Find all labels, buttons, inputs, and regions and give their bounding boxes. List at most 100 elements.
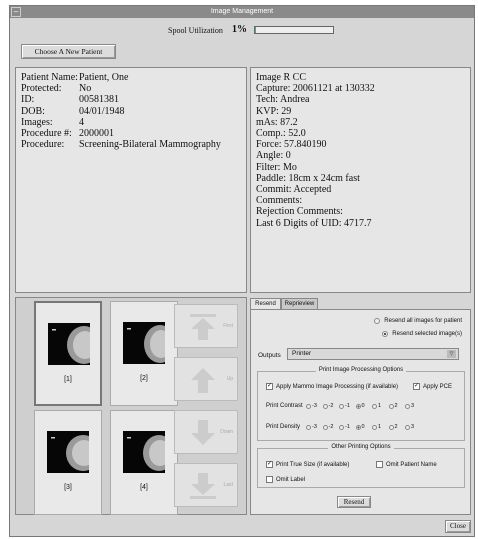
- image-commit: Commit: Accepted: [256, 184, 332, 196]
- outputs-label: Outputs: [258, 352, 281, 359]
- images-value: 4: [79, 116, 84, 128]
- thumbnail-index: [4]: [140, 484, 148, 491]
- density-option[interactable]: -2: [322, 424, 340, 430]
- contrast-option-selected[interactable]: 0: [355, 403, 373, 409]
- print-true-size-label: Print True Size (if available): [276, 461, 350, 468]
- thumbnail-1[interactable]: [1]: [34, 301, 102, 406]
- move-down-label: Down: [220, 429, 233, 435]
- contrast-option[interactable]: -1: [339, 403, 356, 409]
- spool-label: Spool Utilization: [168, 26, 223, 35]
- contrast-option[interactable]: 2: [388, 403, 406, 409]
- density-option-selected[interactable]: 0: [355, 424, 373, 430]
- resend-all-radio[interactable]: [374, 318, 381, 324]
- dob-value: 04/01/1948: [79, 105, 125, 117]
- apply-mammo-checkbox[interactable]: ✓: [266, 383, 273, 390]
- protected-label: Protected:: [21, 83, 62, 95]
- other-printing-title: Other Printing Options: [258, 444, 464, 450]
- resend-button[interactable]: Resend: [337, 496, 371, 508]
- resend-all-label: Resend all images for patient: [384, 318, 462, 324]
- apply-mammo-option[interactable]: ✓ Apply Mammo Image Processing (if avail…: [266, 383, 398, 390]
- print-processing-title: Print Image Processing Options: [258, 367, 464, 373]
- window-menu-icon[interactable]: –: [11, 7, 21, 17]
- procedure-value: Screening-Bilateral Mammography: [79, 139, 221, 151]
- apply-mammo-label: Apply Mammo Image Processing (if availab…: [276, 383, 399, 390]
- mammogram-thumbnail: [123, 322, 165, 364]
- resend-all-option[interactable]: Resend all images for patient: [374, 318, 462, 324]
- arrow-up-icon: [191, 368, 215, 393]
- omit-label-label: Omit Label: [276, 476, 306, 483]
- density-option[interactable]: -1: [339, 424, 356, 430]
- contrast-option[interactable]: -2: [322, 403, 340, 409]
- resend-selected-option[interactable]: Resend selected image(s): [382, 331, 462, 337]
- image-info-panel: Image R CC Capture: 20061121 at 130332 T…: [250, 67, 471, 293]
- move-up-label: Up: [226, 376, 233, 382]
- density-option[interactable]: 3: [405, 424, 422, 430]
- dropdown-arrow-icon: ▽: [447, 350, 456, 358]
- procedure-row: Procedure: Screening-Bilateral Mammograph…: [21, 139, 241, 150]
- image-paddle: Paddle: 18cm x 24cm fast: [256, 172, 360, 184]
- dob-row: DOB: 04/01/1948: [21, 106, 241, 117]
- window-title: Image Management: [210, 8, 274, 15]
- move-up-button[interactable]: Up: [174, 357, 238, 401]
- thumbnail-index: [2]: [140, 375, 148, 382]
- apply-pce-option[interactable]: ✓ Apply PCE: [413, 383, 452, 390]
- patient-name-label: Patient Name:: [21, 72, 78, 83]
- omit-patient-name-label: Omit Patient Name: [386, 461, 437, 468]
- arrow-down-icon: [190, 473, 216, 499]
- patient-name-value: Patient, One: [79, 72, 129, 83]
- move-first-button[interactable]: First: [174, 304, 238, 348]
- image-view: Image R CC: [256, 72, 306, 83]
- image-kvp: KVP: 29: [256, 105, 292, 117]
- density-option[interactable]: 2: [388, 424, 406, 430]
- mammogram-thumbnail: [123, 431, 165, 473]
- resend-selected-radio[interactable]: [382, 331, 389, 337]
- protected-value: No: [79, 83, 92, 95]
- omit-label-option[interactable]: Omit Label: [266, 476, 305, 483]
- resend-options-panel: Resend all images for patient Resend sel…: [250, 309, 471, 515]
- arrow-down-icon: [191, 420, 215, 445]
- image-uid: Last 6 Digits of UID: 4717.7: [256, 217, 372, 229]
- id-value: 00581381: [79, 94, 119, 106]
- print-contrast-row: Print Contrast -3 -2 -1 0 1 2 3: [266, 403, 422, 409]
- contrast-option[interactable]: 3: [405, 403, 422, 409]
- image-comp: Comp.: 52.0: [256, 128, 306, 140]
- thumbnail-2[interactable]: [2]: [110, 301, 178, 406]
- procedure-number-value: 2000001: [79, 128, 114, 140]
- move-first-label: First: [223, 323, 233, 329]
- omit-patient-name-checkbox[interactable]: [376, 461, 383, 468]
- print-true-size-option[interactable]: ✓ Print True Size (if available): [266, 461, 349, 468]
- thumbnail-4[interactable]: [4]: [110, 410, 178, 515]
- other-printing-group: Other Printing Options ✓ Print True Size…: [257, 444, 465, 488]
- choose-new-patient-button[interactable]: Choose A New Patient: [21, 44, 116, 59]
- thumbnail-index: [3]: [64, 484, 72, 491]
- image-capture: Capture: 20061121 at 130332: [256, 83, 375, 95]
- density-option[interactable]: 1: [372, 424, 389, 430]
- spool-value: 1%: [232, 24, 247, 35]
- print-density-row: Print Density -3 -2 -1 0 1 2 3: [266, 424, 422, 430]
- patient-info-panel: Patient Name: Patient, One Protected: No I…: [15, 67, 247, 293]
- print-density-label: Print Density: [266, 424, 301, 430]
- print-processing-group: Print Image Processing Options ✓ Apply M…: [257, 367, 465, 441]
- apply-pce-checkbox[interactable]: ✓: [413, 383, 420, 390]
- contrast-option[interactable]: -3: [306, 403, 323, 409]
- close-button[interactable]: Close: [445, 520, 471, 533]
- image-mas: mAs: 87.2: [256, 116, 298, 128]
- image-filter: Filter: Mo: [256, 161, 297, 173]
- outputs-value: Printer: [292, 350, 312, 357]
- omit-patient-name-option[interactable]: Omit Patient Name: [376, 461, 437, 468]
- density-option[interactable]: -3: [306, 424, 323, 430]
- print-true-size-checkbox[interactable]: ✓: [266, 461, 273, 468]
- image-force: Force: 57.840190: [256, 139, 327, 151]
- omit-label-checkbox[interactable]: [266, 476, 273, 483]
- thumbnail-3[interactable]: [3]: [34, 410, 102, 515]
- move-last-label: Last: [223, 482, 233, 488]
- move-last-button[interactable]: Last: [174, 463, 238, 507]
- protected-row: Protected: No: [21, 83, 241, 94]
- contrast-option[interactable]: 1: [372, 403, 389, 409]
- move-down-button[interactable]: Down: [174, 410, 238, 454]
- outputs-select[interactable]: Printer ▽: [287, 348, 459, 360]
- mammogram-thumbnail: [47, 431, 89, 473]
- mammogram-thumbnail: [48, 323, 90, 365]
- dob-label: DOB:: [21, 105, 45, 117]
- apply-pce-label: Apply PCE: [423, 383, 453, 390]
